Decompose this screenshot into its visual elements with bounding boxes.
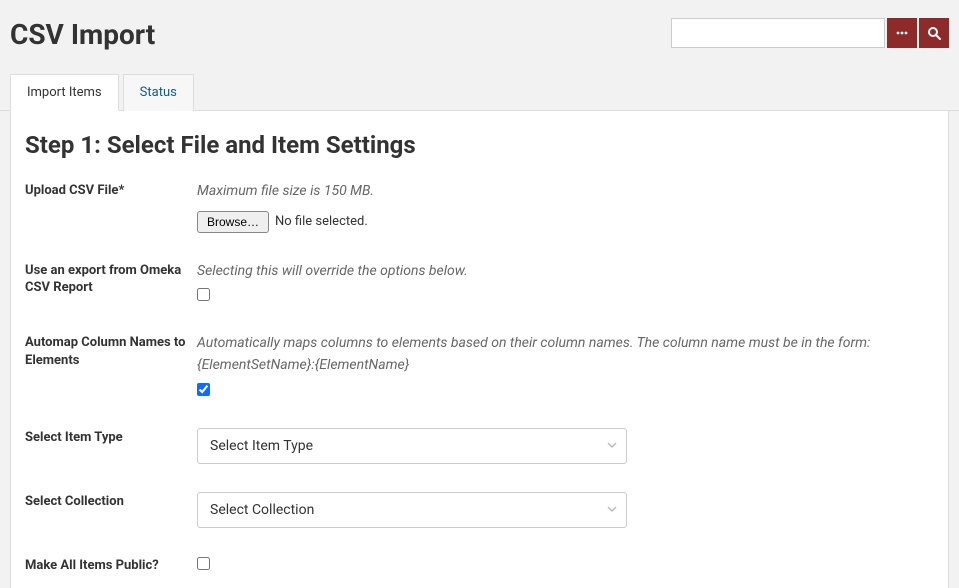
automap-checkbox[interactable] [197, 383, 210, 396]
page-title: CSV Import [10, 18, 155, 51]
search-area [671, 18, 949, 48]
browse-button[interactable]: Browse… [197, 211, 269, 233]
automap-label: Automap Column Names to Elements [25, 333, 197, 369]
omeka-export-hint: Selecting this will override the options… [197, 261, 934, 283]
automap-hint: Automatically maps columns to elements b… [197, 333, 934, 376]
collection-select[interactable]: Select Collection [197, 492, 627, 528]
step-heading: Step 1: Select File and Item Settings [25, 131, 934, 159]
item-type-selected: Select Item Type [210, 438, 313, 454]
search-icon [927, 26, 941, 40]
item-type-label: Select Item Type [25, 428, 197, 447]
search-options-button[interactable] [887, 18, 917, 48]
search-input[interactable] [671, 18, 885, 48]
search-button[interactable] [919, 18, 949, 48]
tab-import-items[interactable]: Import Items [10, 74, 119, 111]
ellipsis-icon [895, 26, 909, 40]
public-checkbox[interactable] [197, 557, 210, 570]
collection-label: Select Collection [25, 492, 197, 511]
public-label: Make All Items Public? [25, 556, 197, 575]
omeka-export-label: Use an export from Omeka CSV Report [25, 261, 197, 297]
tabs: Import Items Status [0, 73, 959, 111]
form-content: Step 1: Select File and Item Settings Up… [10, 111, 949, 588]
upload-hint: Maximum file size is 150 MB. [197, 181, 934, 203]
collection-selected: Select Collection [210, 502, 314, 518]
upload-label: Upload CSV File* [25, 181, 197, 200]
tab-status[interactable]: Status [123, 74, 194, 111]
omeka-export-checkbox[interactable] [197, 288, 210, 301]
item-type-select[interactable]: Select Item Type [197, 428, 627, 464]
no-file-text: No file selected. [275, 214, 368, 229]
